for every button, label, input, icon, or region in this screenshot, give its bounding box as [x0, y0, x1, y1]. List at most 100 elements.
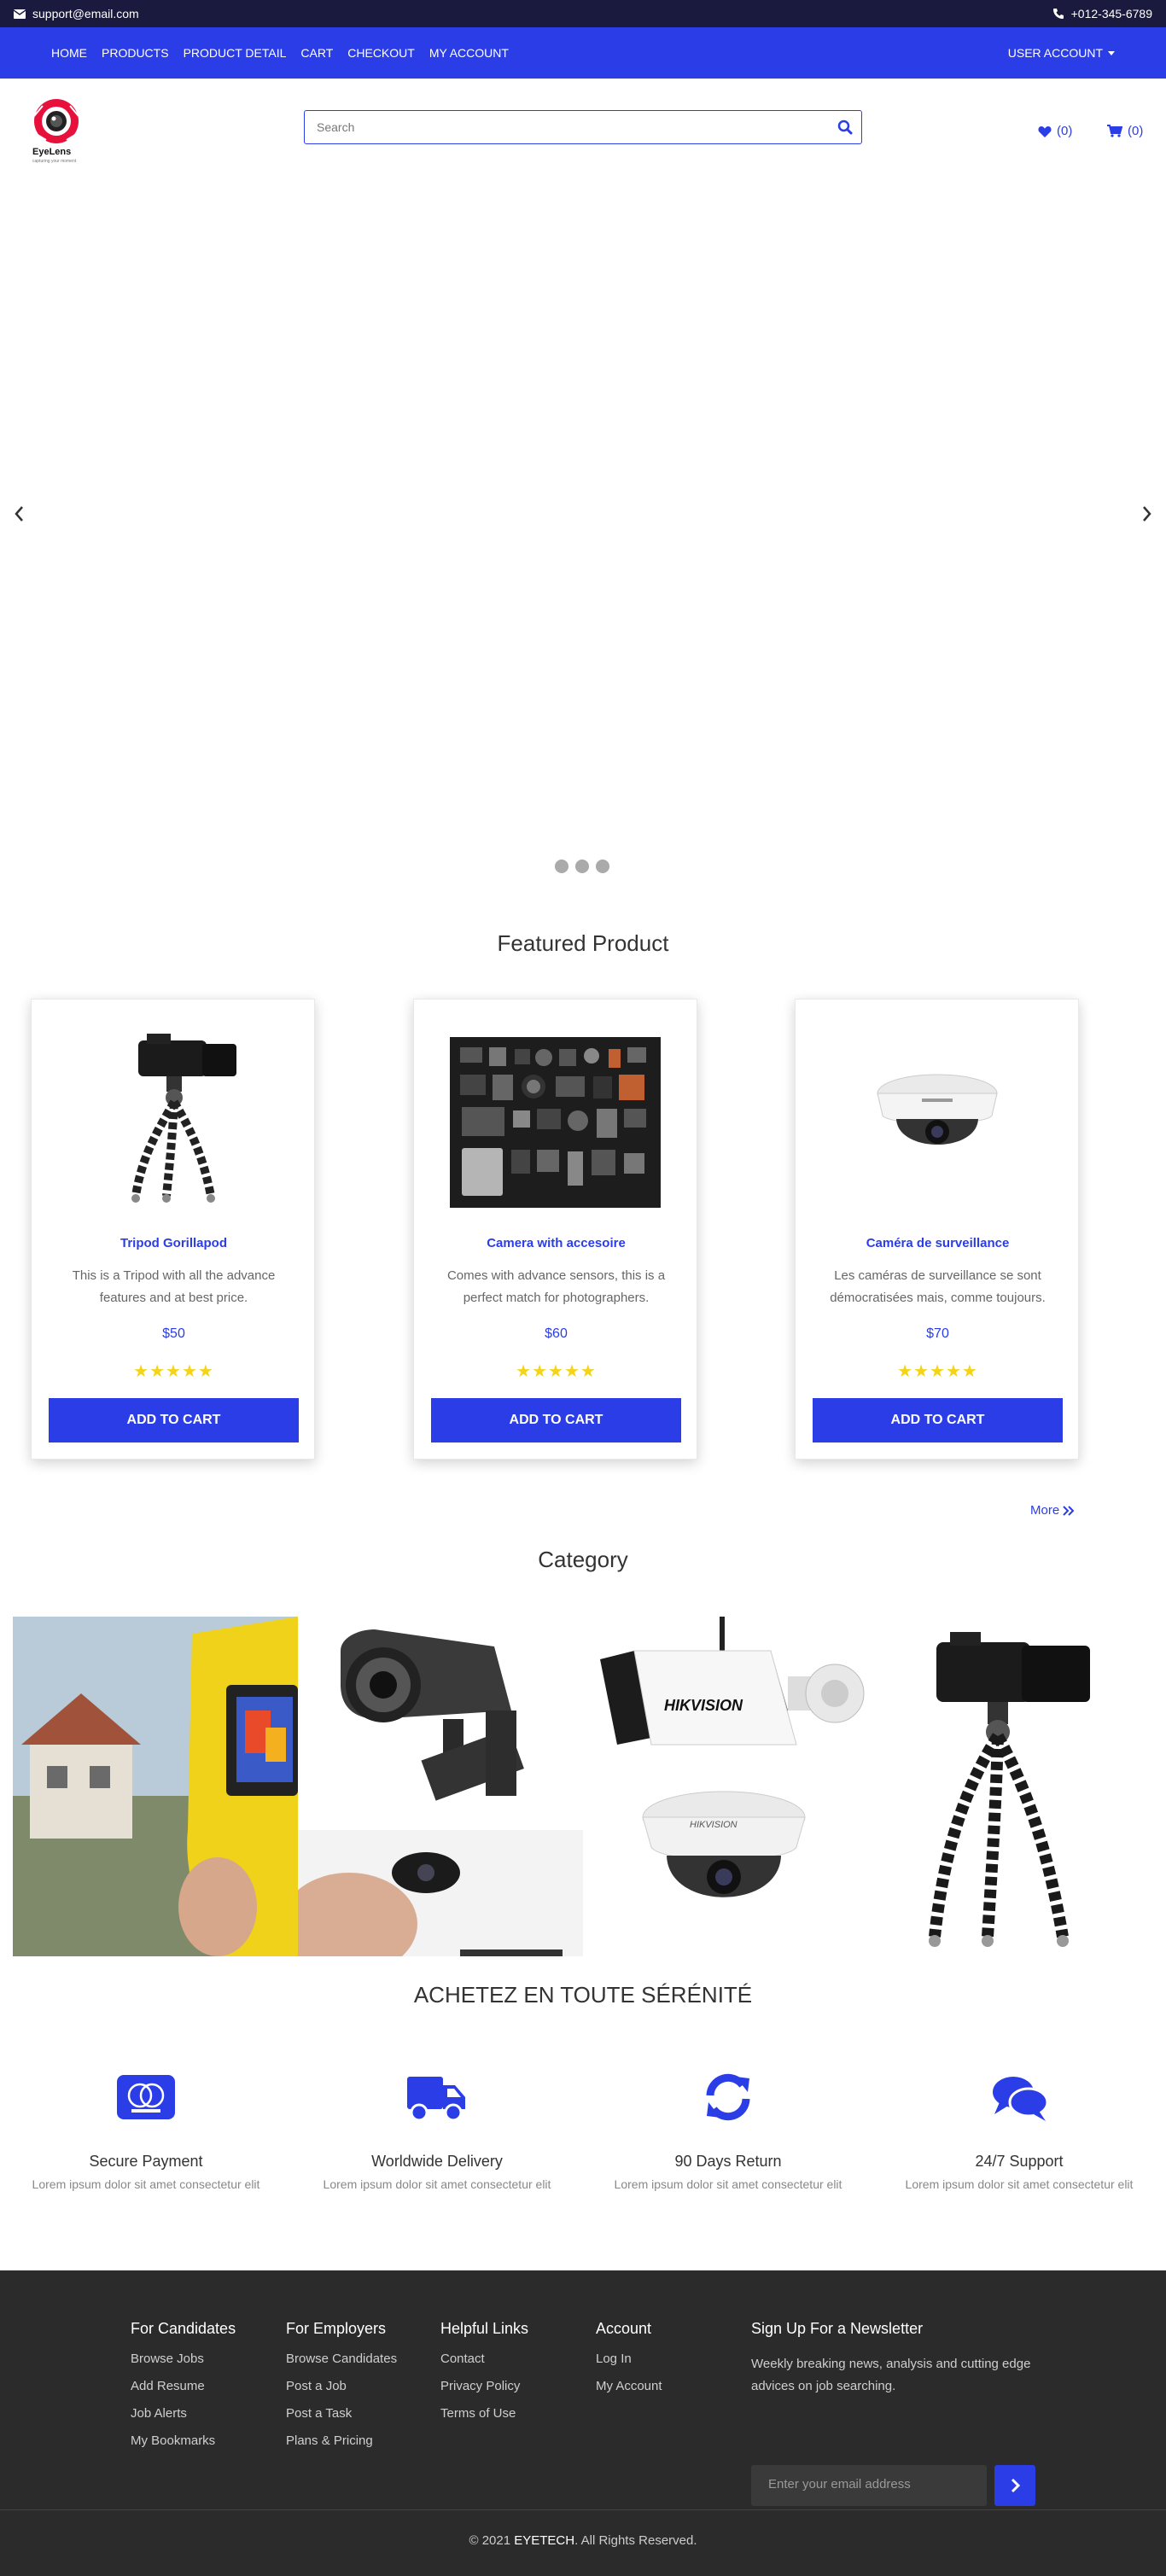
carousel-dot[interactable] [555, 860, 568, 873]
category-security-cameras[interactable] [298, 1617, 583, 1956]
product-name[interactable]: Tripod Gorillapod [32, 1236, 316, 1250]
product-price: $60 [545, 1326, 568, 1341]
carousel-next-icon[interactable] [1140, 504, 1154, 524]
feature-description: Lorem ipsum dolor sit amet consectetur e… [32, 2177, 260, 2191]
brand-name: EyeLens [32, 147, 72, 157]
footer-link[interactable]: Contact [440, 2352, 528, 2366]
copyright-suffix: . All Rights Reserved. [574, 2533, 697, 2548]
nav-checkout[interactable]: CHECKOUT [347, 46, 415, 60]
wishlist-link[interactable]: (0) [1038, 124, 1072, 138]
feature-title: 24/7 Support [975, 2153, 1064, 2170]
footer-col-title: For Candidates [131, 2320, 236, 2337]
product-rating-stars: ★★★★★ [516, 1362, 597, 1381]
feature-title: Worldwide Delivery [371, 2153, 503, 2170]
nav-home[interactable]: HOME [51, 46, 87, 60]
product-card: Caméra de surveillance Les caméras de su… [795, 999, 1079, 1460]
feature-description: Lorem ipsum dolor sit amet consectetur e… [323, 2177, 551, 2191]
nav-cart[interactable]: CART [300, 46, 333, 60]
footer-link[interactable]: Plans & Pricing [286, 2433, 397, 2448]
caret-down-icon [1108, 50, 1115, 55]
chat-icon [993, 2077, 1049, 2121]
refresh-icon [706, 2073, 750, 2121]
footer-link[interactable]: Browse Candidates [286, 2352, 397, 2366]
newsletter-placeholder: Enter your email address [768, 2477, 911, 2491]
footer-link[interactable]: My Account [596, 2379, 662, 2393]
product-card: Camera with accesoire Comes with advance… [413, 999, 697, 1460]
nav-my-account[interactable]: MY ACCOUNT [429, 46, 509, 60]
cart-link[interactable]: (0) [1107, 124, 1143, 138]
category-title: Category [538, 1547, 628, 1572]
dome-camera-image[interactable] [830, 1025, 1046, 1213]
site-footer: For Candidates Browse Jobs Add Resume Jo… [0, 2270, 1166, 2576]
feature-90-days-return: 90 Days Return Lorem ipsum dolor sit ame… [604, 2070, 852, 2194]
product-price: $70 [926, 1326, 949, 1341]
main-navbar: HOME PRODUCTS PRODUCT DETAIL CART CHECKO… [0, 27, 1166, 79]
envelope-icon [14, 9, 26, 19]
feature-secure-payment: Secure Payment Lorem ipsum dolor sit ame… [22, 2070, 270, 2194]
feature-title: 90 Days Return [674, 2153, 782, 2170]
product-price: $50 [162, 1326, 185, 1341]
product-name[interactable]: Camera with accesoire [414, 1236, 698, 1250]
chevron-right-icon [1011, 2478, 1021, 2493]
add-to-cart-button[interactable]: ADD TO CART [431, 1398, 681, 1442]
feature-24-7-support: 24/7 Support Lorem ipsum dolor sit amet … [895, 2070, 1143, 2194]
support-phone[interactable]: +012-345-6789 [1071, 7, 1152, 20]
product-name[interactable]: Caméra de surveillance [796, 1236, 1080, 1250]
copyright-brand[interactable]: EYETECH [514, 2533, 574, 2548]
carousel-dot[interactable] [596, 860, 609, 873]
more-label: More [1030, 1503, 1060, 1518]
features-title: ACHETEZ EN TOUTE SÉRÉNITÉ [413, 1982, 753, 2008]
heart-icon [1038, 125, 1052, 137]
support-email[interactable]: support@email.com [32, 7, 139, 20]
product-description: Comes with advance sensors, this is a pe… [446, 1268, 666, 1305]
footer-col-title: Account [596, 2320, 652, 2337]
category-hikvision-cameras[interactable]: HIKVISION HIKVISION [583, 1617, 868, 1956]
footer-col-helpful-links: Helpful Links Contact Privacy Policy Ter… [440, 2320, 528, 2433]
product-description: This is a Tripod with all the advance fe… [72, 1268, 276, 1305]
search-input[interactable]: Search [304, 110, 862, 144]
svg-text:HIKVISION: HIKVISION [664, 1697, 743, 1714]
copyright: © 2021 EYETECH. All Rights Reserved. [0, 2533, 1166, 2548]
nav-product-detail[interactable]: PRODUCT DETAIL [184, 46, 287, 60]
newsletter-email-input[interactable]: Enter your email address [751, 2465, 987, 2506]
add-to-cart-button[interactable]: ADD TO CART [813, 1398, 1063, 1442]
newsletter-signup: Sign Up For a Newsletter Weekly breaking… [751, 2320, 1035, 2506]
footer-link[interactable]: Log In [596, 2352, 662, 2366]
product-description: Les caméras de surveillance se sont démo… [830, 1268, 1046, 1305]
truck-icon [407, 2077, 465, 2122]
footer-link[interactable]: Terms of Use [440, 2406, 528, 2421]
footer-link[interactable]: Post a Task [286, 2406, 397, 2421]
carousel-prev-icon[interactable] [12, 504, 26, 524]
category-tripods[interactable] [868, 1617, 1153, 1956]
footer-col-title: Helpful Links [440, 2320, 529, 2337]
nav-products[interactable]: PRODUCTS [102, 46, 169, 60]
carousel-dot[interactable] [575, 860, 589, 873]
add-to-cart-button[interactable]: ADD TO CART [49, 1398, 299, 1442]
feature-description: Lorem ipsum dolor sit amet consectetur e… [905, 2177, 1134, 2191]
footer-col-account: Account Log In My Account [596, 2320, 662, 2406]
category-thermal-camera[interactable] [13, 1617, 298, 1956]
footer-link[interactable]: My Bookmarks [131, 2433, 236, 2448]
footer-link[interactable]: Job Alerts [131, 2406, 236, 2421]
product-rating-stars: ★★★★★ [897, 1362, 978, 1381]
search-icon[interactable] [837, 119, 853, 135]
mastercard-icon [117, 2075, 175, 2119]
tripod-camera-image[interactable] [66, 1025, 282, 1213]
camera-accessories-image[interactable] [448, 1025, 664, 1213]
hero-carousel [0, 179, 1166, 888]
carousel-indicators [555, 860, 609, 873]
cart-icon [1107, 125, 1122, 137]
footer-link[interactable]: Browse Jobs [131, 2352, 236, 2366]
feature-worldwide-delivery: Worldwide Delivery Lorem ipsum dolor sit… [313, 2070, 561, 2194]
newsletter-text: Weekly breaking news, analysis and cutti… [751, 2357, 1031, 2393]
user-account-dropdown[interactable]: USER ACCOUNT [1008, 27, 1115, 79]
footer-col-employers: For Employers Browse Candidates Post a J… [286, 2320, 397, 2461]
brand-tagline: capturing your moment [32, 159, 77, 164]
footer-link[interactable]: Add Resume [131, 2379, 236, 2393]
footer-link[interactable]: Privacy Policy [440, 2379, 528, 2393]
search-placeholder: Search [317, 120, 355, 134]
newsletter-submit-button[interactable] [994, 2465, 1035, 2506]
footer-link[interactable]: Post a Job [286, 2379, 397, 2393]
feature-description: Lorem ipsum dolor sit amet consectetur e… [614, 2177, 842, 2191]
more-products-link[interactable]: More [1030, 1503, 1075, 1518]
